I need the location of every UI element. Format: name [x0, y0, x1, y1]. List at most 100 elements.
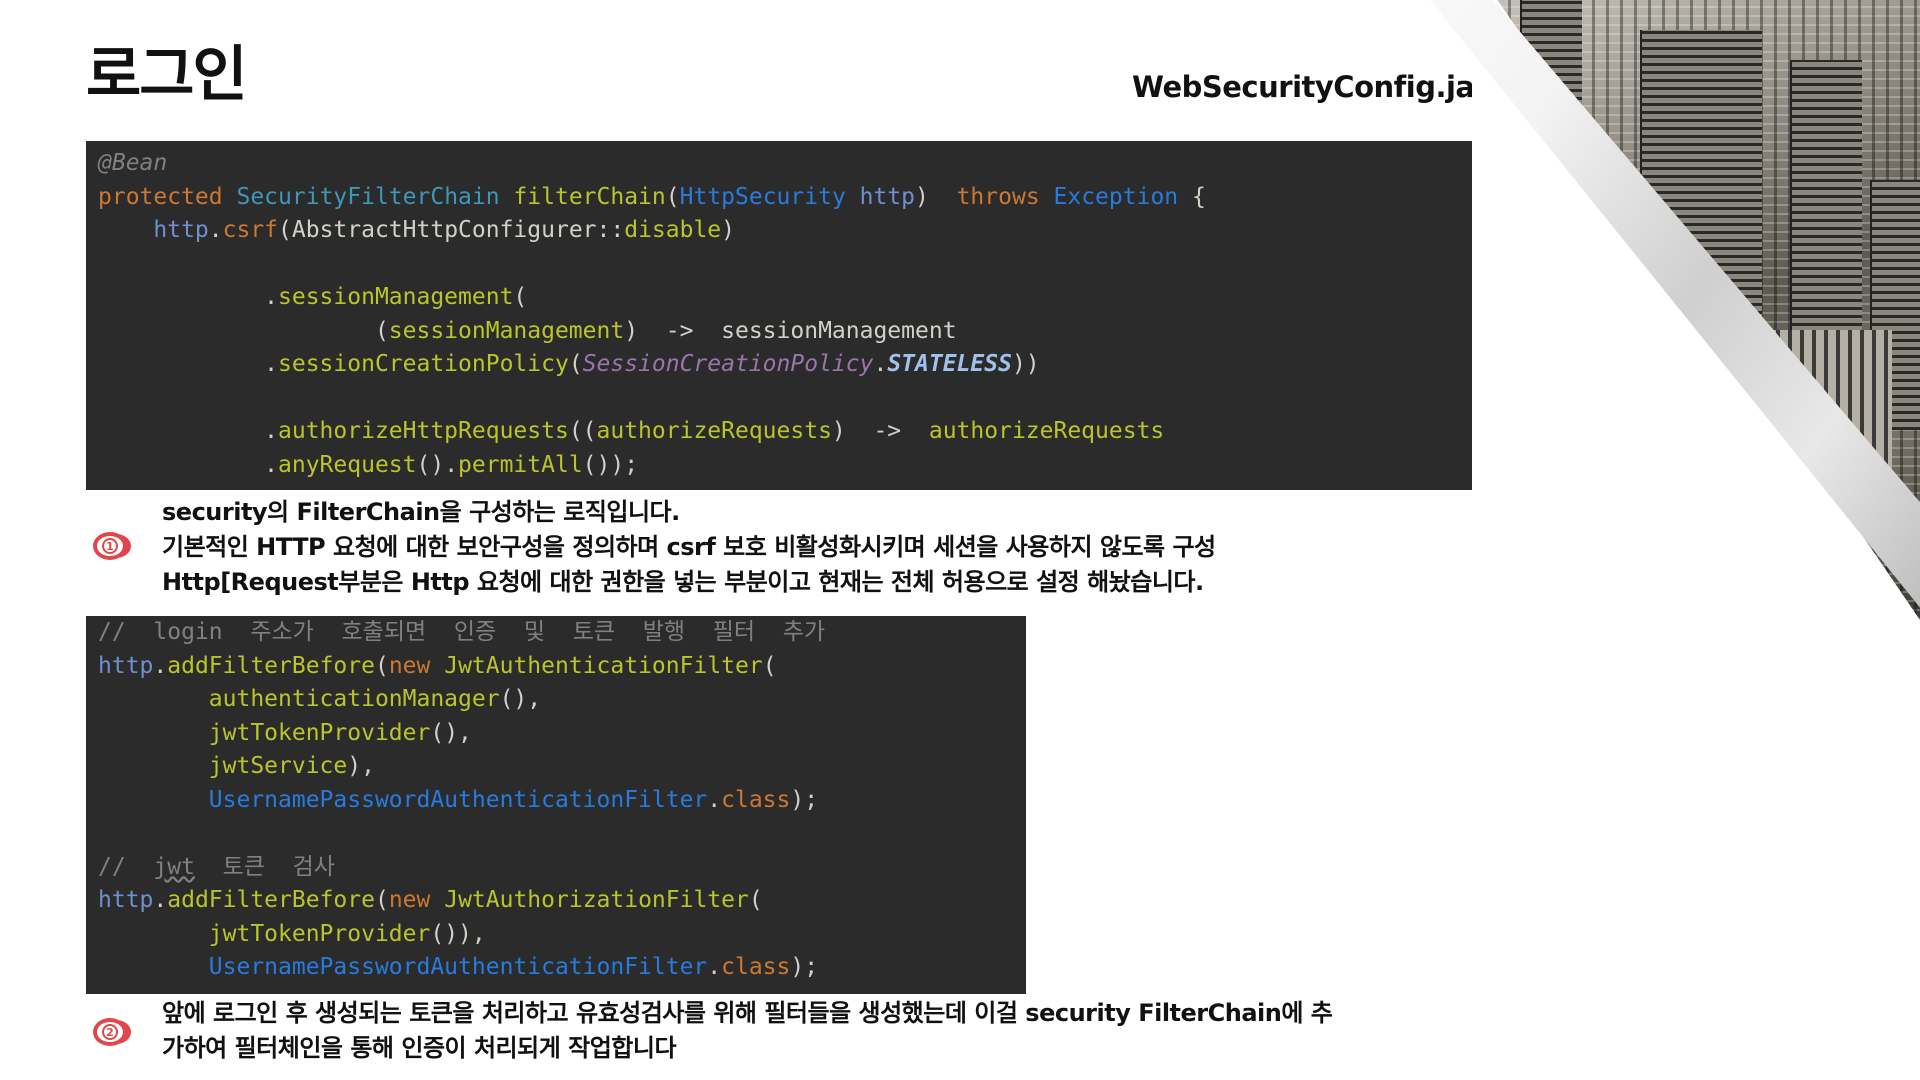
description-2-line: 앞에 로그인 후 생성되는 토큰을 처리하고 유효성검사를 위해 필터들을 생성… — [162, 999, 1333, 1027]
page-title: 로그인 — [86, 40, 248, 110]
code-token: )) — [1011, 351, 1040, 377]
code-token: . — [208, 217, 223, 243]
code-token: (AbstractHttpConfigurer:: — [278, 217, 625, 243]
code-line: jwtTokenProvider()), — [98, 918, 1026, 952]
code-line: .anyRequest().permitAll()); — [98, 449, 1472, 483]
file-name-label: WebSecurityConfig.java — [1132, 70, 1472, 104]
code-token: sessionCreationPolicy — [278, 351, 569, 377]
code-token: (). — [416, 451, 459, 478]
code-token: . — [98, 284, 279, 310]
code-token: ( — [374, 652, 389, 679]
description-1-line: security의 FilterChain을 구성하는 로직입니다. — [162, 498, 680, 526]
code-token: sessionManagement — [278, 284, 514, 310]
code-token: jwt — [153, 853, 195, 880]
code-line: .authorizeHttpRequests((authorizeRequest… — [98, 415, 1472, 449]
description-1: security의 FilterChain을 구성하는 로직입니다. 기본적인 … — [162, 495, 1216, 600]
code-token: (), — [430, 719, 472, 746]
code-token: ) — [721, 217, 736, 243]
code-token: ); — [790, 954, 819, 980]
code-token: ( — [748, 887, 763, 913]
code-token: JwtAuthenticationFilter — [444, 652, 763, 679]
code-token: UsernamePasswordAuthenticationFilter — [208, 786, 708, 813]
code-token: new — [388, 887, 445, 913]
code-token: ( — [513, 284, 528, 310]
code-token: protected — [98, 183, 237, 210]
code-token: (( — [568, 418, 597, 444]
code-token: http — [98, 217, 209, 243]
code-token: . — [98, 418, 279, 444]
step-1-badge-icon: 1 — [93, 532, 127, 560]
code-line: @Bean — [98, 147, 1472, 181]
code-token: ( — [98, 317, 389, 344]
code-token: jwtTokenProvider — [208, 920, 431, 947]
code-line: .sessionManagement( — [98, 281, 1472, 315]
code-token: ( — [568, 351, 583, 377]
code-token: http — [859, 183, 916, 210]
code-token: // — [98, 853, 154, 880]
code-line: jwtTokenProvider(), — [98, 717, 1026, 751]
code-token: filterChain — [513, 183, 666, 210]
code-token: authorizeRequests — [596, 418, 832, 444]
code-token: sessionManagement — [388, 317, 625, 344]
code-token: ()), — [430, 920, 486, 947]
code-line: http.csrf(AbstractHttpConfigurer::disabl… — [98, 214, 1472, 248]
code-token: . — [98, 351, 279, 377]
code-token: jwtTokenProvider — [208, 719, 431, 746]
code-token: // login 주소가 호출되면 인증 및 토큰 발행 필터 추가 — [98, 619, 826, 645]
code-token: . — [873, 351, 888, 377]
description-1-line: Http[Request부분은 Http 요청에 대한 권한을 넣는 부분이고 … — [162, 568, 1204, 596]
code-token: authorizeRequests — [928, 418, 1165, 444]
code-token: ); — [790, 786, 819, 813]
code-line: protected SecurityFilterChain filterChai… — [98, 181, 1472, 215]
code-block-security-filter-chain: @Bean protected SecurityFilterChain filte… — [86, 141, 1472, 490]
code-token: new — [388, 652, 445, 679]
code-token: csrf — [222, 217, 279, 243]
code-token: SessionCreationPolicy — [582, 351, 874, 377]
code-token: authenticationManager — [208, 686, 500, 712]
description-2-line: 가하여 필터체인을 통해 인증이 처리되게 작업합니다 — [162, 1034, 677, 1062]
code-line: .sessionCreationPolicy(SessionCreationPo… — [98, 348, 1472, 382]
description-1-line: 기본적인 HTTP 요청에 대한 보안구성을 정의하며 csrf 보호 비활성화… — [162, 533, 1216, 561]
code-token: permitAll — [458, 451, 583, 478]
code-token: . — [153, 652, 168, 679]
code-token: authorizeHttpRequests — [278, 418, 569, 444]
code-token: STATELESS — [887, 351, 1012, 377]
code-token: UsernamePasswordAuthenticationFilter — [208, 954, 708, 980]
code-token: ) -> — [831, 418, 929, 444]
code-token: disable — [624, 217, 722, 243]
code-line: UsernamePasswordAuthenticationFilter.cla… — [98, 784, 1026, 818]
code-token: . — [98, 451, 279, 478]
code-line: authenticationManager(), — [98, 683, 1026, 717]
code-token: addFilterBefore — [167, 652, 375, 679]
description-2: 앞에 로그인 후 생성되는 토큰을 처리하고 유효성검사를 위해 필터들을 생성… — [162, 996, 1442, 1066]
code-token: SecurityFilterChain — [236, 183, 514, 210]
code-token: (), — [499, 686, 542, 712]
code-token: ( — [762, 652, 777, 679]
code-token: anyRequest — [278, 451, 417, 478]
code-token: class — [721, 786, 791, 813]
code-token: ) -> sessionManagement — [624, 317, 957, 344]
code-token: ( — [665, 183, 680, 210]
code-line: http.addFilterBefore(new JwtAuthenticati… — [98, 650, 1026, 684]
code-token: @Bean — [98, 150, 168, 176]
code-line: // login 주소가 호출되면 인증 및 토큰 발행 필터 추가 — [98, 616, 1026, 650]
code-token: ( — [374, 887, 389, 913]
code-token: { — [1192, 183, 1206, 210]
code-token: JwtAuthorizationFilter — [444, 887, 749, 913]
code-token: HttpSecurity — [679, 183, 860, 210]
code-token: throws — [956, 183, 1054, 210]
code-line: jwtService), — [98, 750, 1026, 784]
code-block-jwt-filters: // login 주소가 호출되면 인증 및 토큰 발행 필터 추가 http.a… — [86, 616, 1026, 994]
code-line: (sessionManagement) -> sessionManagement — [98, 315, 1472, 349]
code-token: ) — [915, 183, 957, 210]
code-token: class — [721, 954, 791, 980]
code-line: UsernamePasswordAuthenticationFilter.cla… — [98, 951, 1026, 985]
